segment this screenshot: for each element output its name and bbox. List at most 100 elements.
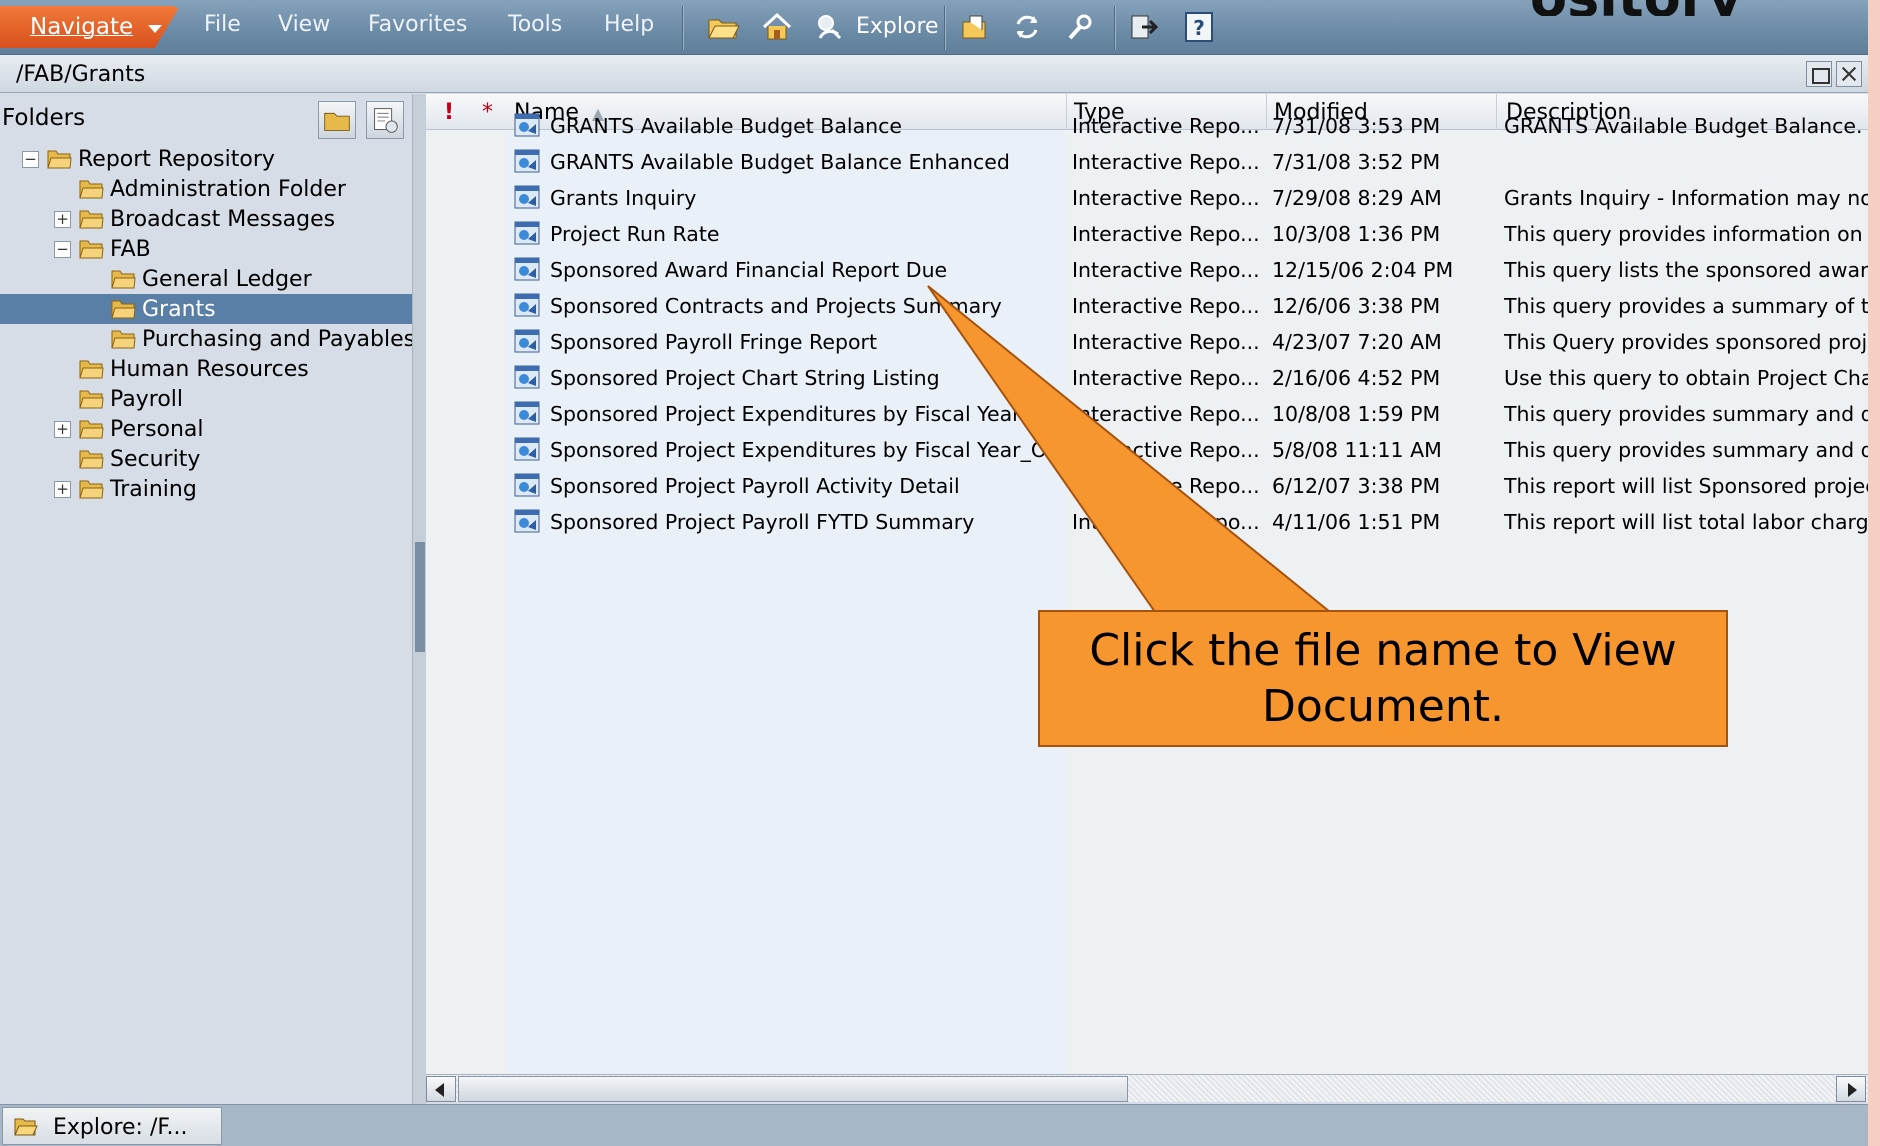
menu-help[interactable]: Help xyxy=(604,12,654,37)
file-modified: 7/31/08 3:53 PM xyxy=(1272,114,1441,138)
file-modified: 6/12/07 3:38 PM xyxy=(1272,474,1441,498)
file-modified: 2/16/06 4:52 PM xyxy=(1272,366,1441,390)
list-item[interactable]: GRANTS Available Budget Balance Interacti… xyxy=(426,108,1868,144)
explore-label[interactable]: Explore xyxy=(856,14,939,39)
folder-tree-item[interactable]: + Personal xyxy=(0,414,412,444)
interactive-report-icon[interactable] xyxy=(514,508,540,534)
list-item[interactable]: Sponsored Project Expenditures by Fiscal… xyxy=(426,432,1868,468)
horizontal-scrollbar[interactable] xyxy=(426,1074,1868,1102)
folder-tree-item[interactable]: Payroll xyxy=(0,384,412,414)
folder-icon xyxy=(78,355,104,381)
file-type: Interactive Repo... xyxy=(1072,186,1260,210)
menu-view[interactable]: View xyxy=(278,12,330,37)
menu-file[interactable]: File xyxy=(204,12,241,37)
folders-header: Folders xyxy=(0,94,414,144)
home-icon[interactable] xyxy=(760,10,794,44)
search-icon[interactable] xyxy=(1064,10,1098,44)
folder-tree-item[interactable]: Purchasing and Payables xyxy=(0,324,416,354)
file-name-link[interactable]: GRANTS Available Budget Balance xyxy=(550,114,1070,138)
file-name-link[interactable]: Project Run Rate xyxy=(550,222,1070,246)
folder-label: Payroll xyxy=(110,387,184,412)
file-name-link[interactable]: Sponsored Project Chart String Listing xyxy=(550,366,1070,390)
list-item[interactable]: Sponsored Project Expenditures by Fiscal… xyxy=(426,396,1868,432)
collapse-icon[interactable]: − xyxy=(54,241,71,258)
explore-icon[interactable] xyxy=(812,10,846,44)
folder-tree-item[interactable]: + Training xyxy=(0,474,412,504)
open-folder-icon[interactable] xyxy=(706,10,740,44)
list-item[interactable]: Grants Inquiry Interactive Repo... 7/29/08… xyxy=(426,180,1868,216)
folder-tree-item[interactable]: + Broadcast Messages xyxy=(0,204,412,234)
folder-tree-item[interactable]: − FAB xyxy=(0,234,412,264)
file-type: Interactive Repo... xyxy=(1072,114,1260,138)
file-name-link[interactable]: Sponsored Project Expenditures by Fiscal… xyxy=(550,402,1070,426)
list-item[interactable]: Sponsored Award Financial Report Due Inte… xyxy=(426,252,1868,288)
folder-tree-item[interactable]: Administration Folder xyxy=(0,174,412,204)
expand-icon[interactable]: + xyxy=(54,421,71,438)
logoff-icon[interactable] xyxy=(1128,10,1162,44)
file-name-link[interactable]: Sponsored Contracts and Projects Summary xyxy=(550,294,1070,318)
open-folder-icon xyxy=(14,1118,38,1136)
interactive-report-icon[interactable] xyxy=(514,436,540,462)
folders-pane: Folders − Report Repository Administration… xyxy=(0,94,416,1104)
file-description: This Query provides sponsored project xyxy=(1504,330,1868,354)
explore-task-tab[interactable]: Explore: /F... xyxy=(2,1107,222,1145)
list-item[interactable]: Sponsored Project Chart String Listing In… xyxy=(426,360,1868,396)
interactive-report-icon[interactable] xyxy=(514,112,540,138)
folder-label: Broadcast Messages xyxy=(110,207,336,232)
folder-tree-item[interactable]: − Report Repository xyxy=(0,144,412,174)
path-bar: /FAB/Grants xyxy=(0,55,1868,93)
toolbar-separator xyxy=(944,6,946,50)
menu-tools[interactable]: Tools xyxy=(508,12,562,37)
close-icon[interactable] xyxy=(1836,61,1862,87)
list-item[interactable]: Sponsored Project Payroll Activity Detai… xyxy=(426,468,1868,504)
help-icon[interactable]: ? xyxy=(1182,10,1216,44)
publish-icon[interactable] xyxy=(958,10,992,44)
pane-splitter[interactable] xyxy=(412,94,426,1104)
file-name-link[interactable]: Grants Inquiry xyxy=(550,186,1070,210)
folder-tree-item[interactable]: General Ledger xyxy=(0,264,412,294)
file-name-link[interactable]: Sponsored Project Expenditures by Fiscal… xyxy=(550,438,1070,462)
interactive-report-icon[interactable] xyxy=(514,256,540,282)
refresh-icon[interactable] xyxy=(1010,10,1044,44)
interactive-report-icon[interactable] xyxy=(514,472,540,498)
list-item[interactable]: Sponsored Contracts and Projects Summary… xyxy=(426,288,1868,324)
interactive-report-icon[interactable] xyxy=(514,292,540,318)
interactive-report-icon[interactable] xyxy=(514,328,540,354)
collapse-icon[interactable]: − xyxy=(22,151,39,168)
current-path: /FAB/Grants xyxy=(16,62,146,87)
file-name-link[interactable]: Sponsored Project Payroll FYTD Summary xyxy=(550,510,1070,534)
folder-tree-item[interactable]: Security xyxy=(0,444,412,474)
interactive-report-icon[interactable] xyxy=(514,400,540,426)
list-item[interactable]: Sponsored Payroll Fringe Report Interacti… xyxy=(426,324,1868,360)
file-name-link[interactable]: Sponsored Payroll Fringe Report xyxy=(550,330,1070,354)
navigate-button[interactable]: Navigate xyxy=(0,6,180,48)
file-type: Interactive Repo... xyxy=(1072,510,1260,534)
expand-icon[interactable]: + xyxy=(54,211,71,228)
menu-favorites[interactable]: Favorites xyxy=(368,12,467,37)
folder-properties-button[interactable] xyxy=(366,101,404,139)
file-name-link[interactable]: Sponsored Project Payroll Activity Detai… xyxy=(550,474,1070,498)
splitter-grip[interactable] xyxy=(415,542,425,652)
file-name-link[interactable]: GRANTS Available Budget Balance Enhanced xyxy=(550,150,1070,174)
expand-icon[interactable]: + xyxy=(54,481,71,498)
interactive-report-icon[interactable] xyxy=(514,184,540,210)
interactive-report-icon[interactable] xyxy=(514,148,540,174)
callout-text: Click the file name to View Document. xyxy=(1089,624,1677,732)
scrollbar-thumb[interactable] xyxy=(458,1076,1128,1102)
interactive-report-icon[interactable] xyxy=(514,364,540,390)
chevron-down-icon xyxy=(148,25,162,33)
show-folders-button[interactable] xyxy=(318,101,356,139)
file-name-link[interactable]: Sponsored Award Financial Report Due xyxy=(550,258,1070,282)
list-item[interactable]: Sponsored Project Payroll FYTD Summary In… xyxy=(426,504,1868,540)
restore-icon[interactable] xyxy=(1806,61,1832,87)
folder-label: Purchasing and Payables xyxy=(142,327,416,352)
interactive-report-icon[interactable] xyxy=(514,220,540,246)
scroll-left-icon[interactable] xyxy=(426,1076,456,1102)
folder-tree-item[interactable]: Human Resources xyxy=(0,354,412,384)
folders-title: Folders xyxy=(2,105,86,131)
file-modified: 12/15/06 2:04 PM xyxy=(1272,258,1454,282)
folder-tree-item[interactable]: Grants xyxy=(0,294,412,324)
scroll-right-icon[interactable] xyxy=(1836,1076,1866,1102)
list-item[interactable]: GRANTS Available Budget Balance Enhanced… xyxy=(426,144,1868,180)
list-item[interactable]: Project Run Rate Interactive Repo... 10/3/… xyxy=(426,216,1868,252)
